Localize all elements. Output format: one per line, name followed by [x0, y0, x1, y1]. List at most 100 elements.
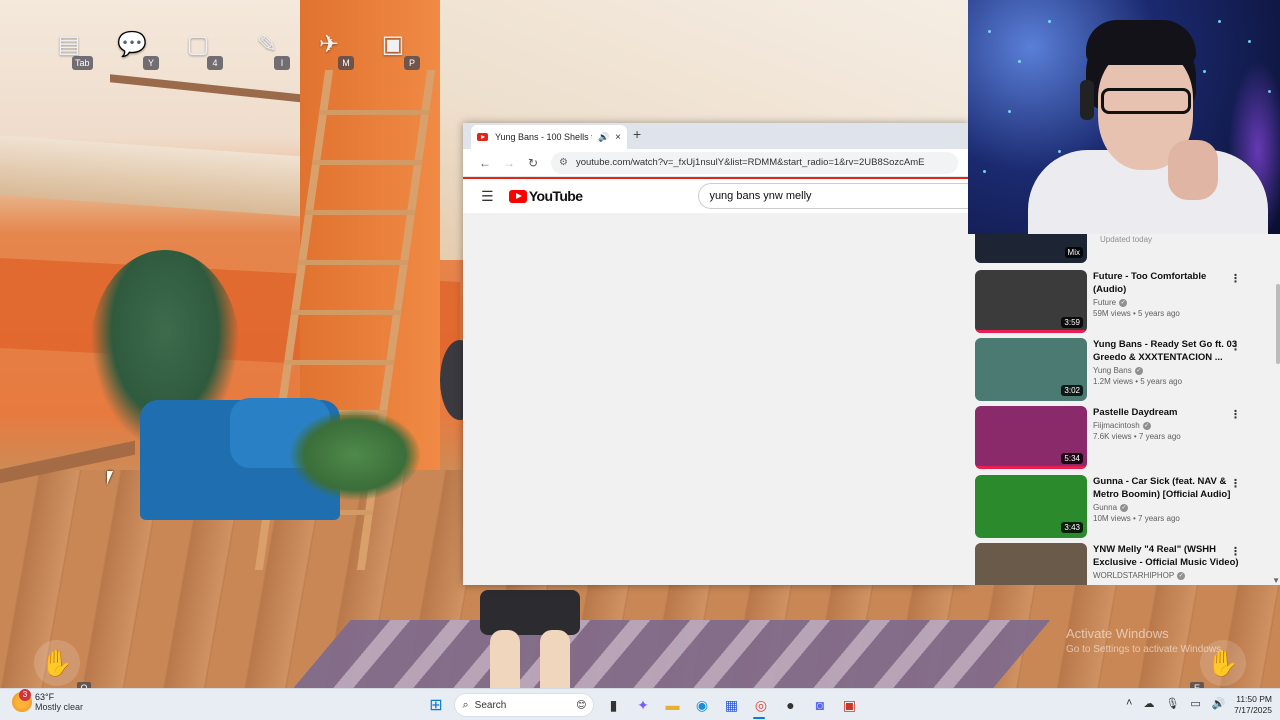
microphone-icon[interactable]: 🎙 [1165, 697, 1179, 710]
file-explorer-icon[interactable]: ▬ [661, 693, 685, 717]
video-thumbnail[interactable]: 5:34 [975, 406, 1087, 469]
system-tray: ˄ ☁ 🎙 ▭ 🔊 [1126, 697, 1237, 710]
more-options-icon[interactable]: ⋮ [1230, 545, 1241, 558]
store-icon[interactable]: ▦ [720, 693, 744, 717]
headset [1080, 80, 1094, 120]
video-item[interactable]: YNW Melly "4 Real" (WSHH Exclusive - Off… [975, 543, 1275, 585]
cloud-icon[interactable]: ☁ [1143, 697, 1154, 710]
menu-icon[interactable]: ☰ [481, 188, 499, 205]
video-thumbnail[interactable] [975, 543, 1087, 585]
video-item[interactable]: 3:59 Future - Too Comfortable (Audio) Fu… [975, 270, 1275, 334]
discord-icon[interactable]: ◙ [808, 693, 832, 717]
hud-character[interactable]: ✎ I [252, 30, 304, 72]
more-options-icon[interactable]: ⋮ [1230, 272, 1241, 285]
taskbar-clock[interactable]: 11:50 PM 7/17/2025 [1228, 694, 1272, 716]
streamer-glasses [1101, 88, 1191, 114]
search-placeholder: Search [474, 699, 507, 711]
more-options-icon[interactable]: ⋮ [1230, 340, 1241, 353]
hud-chat[interactable]: 💬 Y [117, 30, 169, 72]
reload-icon[interactable]: ↻ [521, 156, 545, 170]
video-duration: 3:43 [1061, 522, 1083, 533]
chrome-icon[interactable]: ◎ [749, 693, 773, 717]
clock-time: 11:50 PM [1236, 694, 1272, 704]
hud-key: 4 [207, 56, 223, 70]
video-item[interactable]: 5:34 Pastelle Daydream Fiijmacintosh ✓ 7.… [975, 406, 1275, 470]
verified-icon: ✓ [1134, 366, 1143, 375]
browser-window[interactable]: Yung Bans - 100 Shells ft. Y 🔊 × + ← → ↻… [463, 123, 968, 585]
video-thumbnail[interactable]: Mix [975, 234, 1087, 263]
hud-notes[interactable]: ▤ Tab [54, 30, 106, 72]
volume-icon[interactable]: 🔊 [1212, 697, 1226, 710]
hud-build[interactable]: ✈ M [314, 30, 366, 72]
youtube-header: ☰ YouTube yung bans ynw melly [463, 179, 968, 213]
scroll-down-icon[interactable]: ▼ [1272, 576, 1280, 585]
channel-name[interactable]: Yung Bans [1093, 366, 1132, 375]
youtube-search-input[interactable]: yung bans ynw melly [698, 183, 968, 209]
taskbar-apps: ⊞ ⌕ Search 😊 ▮ ✦ ▬ ◉ ▦ ◎ ● ◙ ▣ [424, 693, 867, 717]
channel-name[interactable]: Fiijmacintosh [1093, 421, 1140, 430]
youtube-logo[interactable]: YouTube [508, 188, 583, 204]
video-item[interactable]: 3:02 Yung Bans - Ready Set Go ft. 03 Gre… [975, 338, 1275, 402]
video-title[interactable]: YNW Melly "4 Real" (WSHH Exclusive - Off… [1093, 543, 1239, 569]
back-icon[interactable]: ← [473, 156, 497, 170]
tab-youtube[interactable]: Yung Bans - 100 Shells ft. Y 🔊 × [471, 125, 627, 149]
task-view-icon[interactable]: ▮ [602, 693, 626, 717]
channel-name[interactable]: Gunna [1093, 503, 1117, 512]
chat-icon: 💬 [117, 31, 147, 58]
youtube-wordmark: YouTube [528, 188, 583, 204]
tab-close-button[interactable]: × [615, 132, 621, 143]
hud-key: P [404, 56, 420, 70]
watch-progress [975, 330, 1087, 333]
more-options-icon[interactable]: ⋮ [1230, 477, 1241, 490]
address-bar[interactable]: ⚙ youtube.com/watch?v=_fxUj1nsulY&list=R… [551, 151, 958, 174]
mix-badge: Mix [1064, 247, 1083, 258]
search-highlight-icon: 😊 [576, 699, 587, 711]
video-title[interactable]: Future - Too Comfortable (Audio) [1093, 270, 1239, 296]
windows-taskbar: 3 63°F Mostly clear ⊞ ⌕ Search 😊 ▮ ✦ ▬ ◉… [0, 688, 1280, 720]
audio-playing-icon[interactable]: 🔊 [598, 132, 609, 143]
video-item-mix[interactable]: Mix Updated today [975, 234, 1275, 264]
video-thumbnail[interactable]: 3:43 [975, 475, 1087, 538]
verified-icon: ✓ [1177, 571, 1186, 580]
playlist-updated: Updated today [1100, 235, 1153, 244]
hud-key: Tab [72, 56, 93, 70]
obs-icon[interactable]: ● [779, 693, 803, 717]
video-title[interactable]: Yung Bans - Ready Set Go ft. 03 Greedo &… [1093, 338, 1239, 364]
more-options-icon[interactable]: ⋮ [1230, 408, 1241, 421]
scrollbar[interactable] [1276, 284, 1280, 364]
taskbar-search[interactable]: ⌕ Search 😊 [453, 693, 594, 717]
video-player-area[interactable] [463, 213, 968, 563]
verified-icon: ✓ [1142, 421, 1151, 430]
active-app-indicator [753, 717, 765, 719]
hud-inventory[interactable]: ▢ 4 [183, 30, 235, 72]
wave-left-button[interactable]: ✋ [34, 640, 80, 686]
hud-key: I [274, 56, 290, 70]
forward-icon[interactable]: → [497, 156, 521, 170]
browser-toolbar: ← → ↻ ⚙ youtube.com/watch?v=_fxUj1nsulY&… [463, 149, 968, 177]
site-info-icon[interactable]: ⚙ [559, 157, 568, 168]
video-item[interactable]: 3:43 Gunna - Car Sick (feat. NAV & Metro… [975, 475, 1275, 539]
display-icon[interactable]: ▭ [1190, 697, 1200, 710]
video-stats: 59M views • 5 years ago [1093, 309, 1180, 318]
channel-name[interactable]: WORLDSTARHIPHOP [1093, 571, 1174, 580]
copilot-icon[interactable]: ✦ [631, 693, 655, 717]
video-title[interactable]: Gunna - Car Sick (feat. NAV & Metro Boom… [1093, 475, 1239, 501]
video-duration: 3:59 [1061, 317, 1083, 328]
video-thumbnail[interactable]: 3:02 [975, 338, 1087, 401]
hud-key: M [338, 56, 354, 70]
app-icon[interactable]: ▣ [838, 693, 862, 717]
weather-temp: 63°F [35, 692, 55, 702]
video-title[interactable]: Pastelle Daydream [1093, 406, 1239, 419]
weather-widget[interactable]: 3 63°F Mostly clear [12, 689, 84, 712]
windows-start-icon[interactable]: ⊞ [424, 693, 448, 717]
new-tab-button[interactable]: + [633, 126, 641, 142]
video-duration: 3:02 [1061, 385, 1083, 396]
recommendations-sidebar[interactable]: Mix Updated today 3:59 Future - Too Comf… [968, 234, 1280, 585]
channel-name[interactable]: Future [1093, 298, 1116, 307]
edge-icon[interactable]: ◉ [690, 693, 714, 717]
video-thumbnail[interactable]: 3:59 [975, 270, 1087, 333]
weather-condition: Mostly clear [35, 702, 84, 712]
hud-camera[interactable]: ▣ P [378, 30, 430, 72]
chevron-up-icon[interactable]: ˄ [1126, 697, 1132, 710]
url-text: youtube.com/watch?v=_fxUj1nsulY&list=RDM… [575, 157, 925, 168]
